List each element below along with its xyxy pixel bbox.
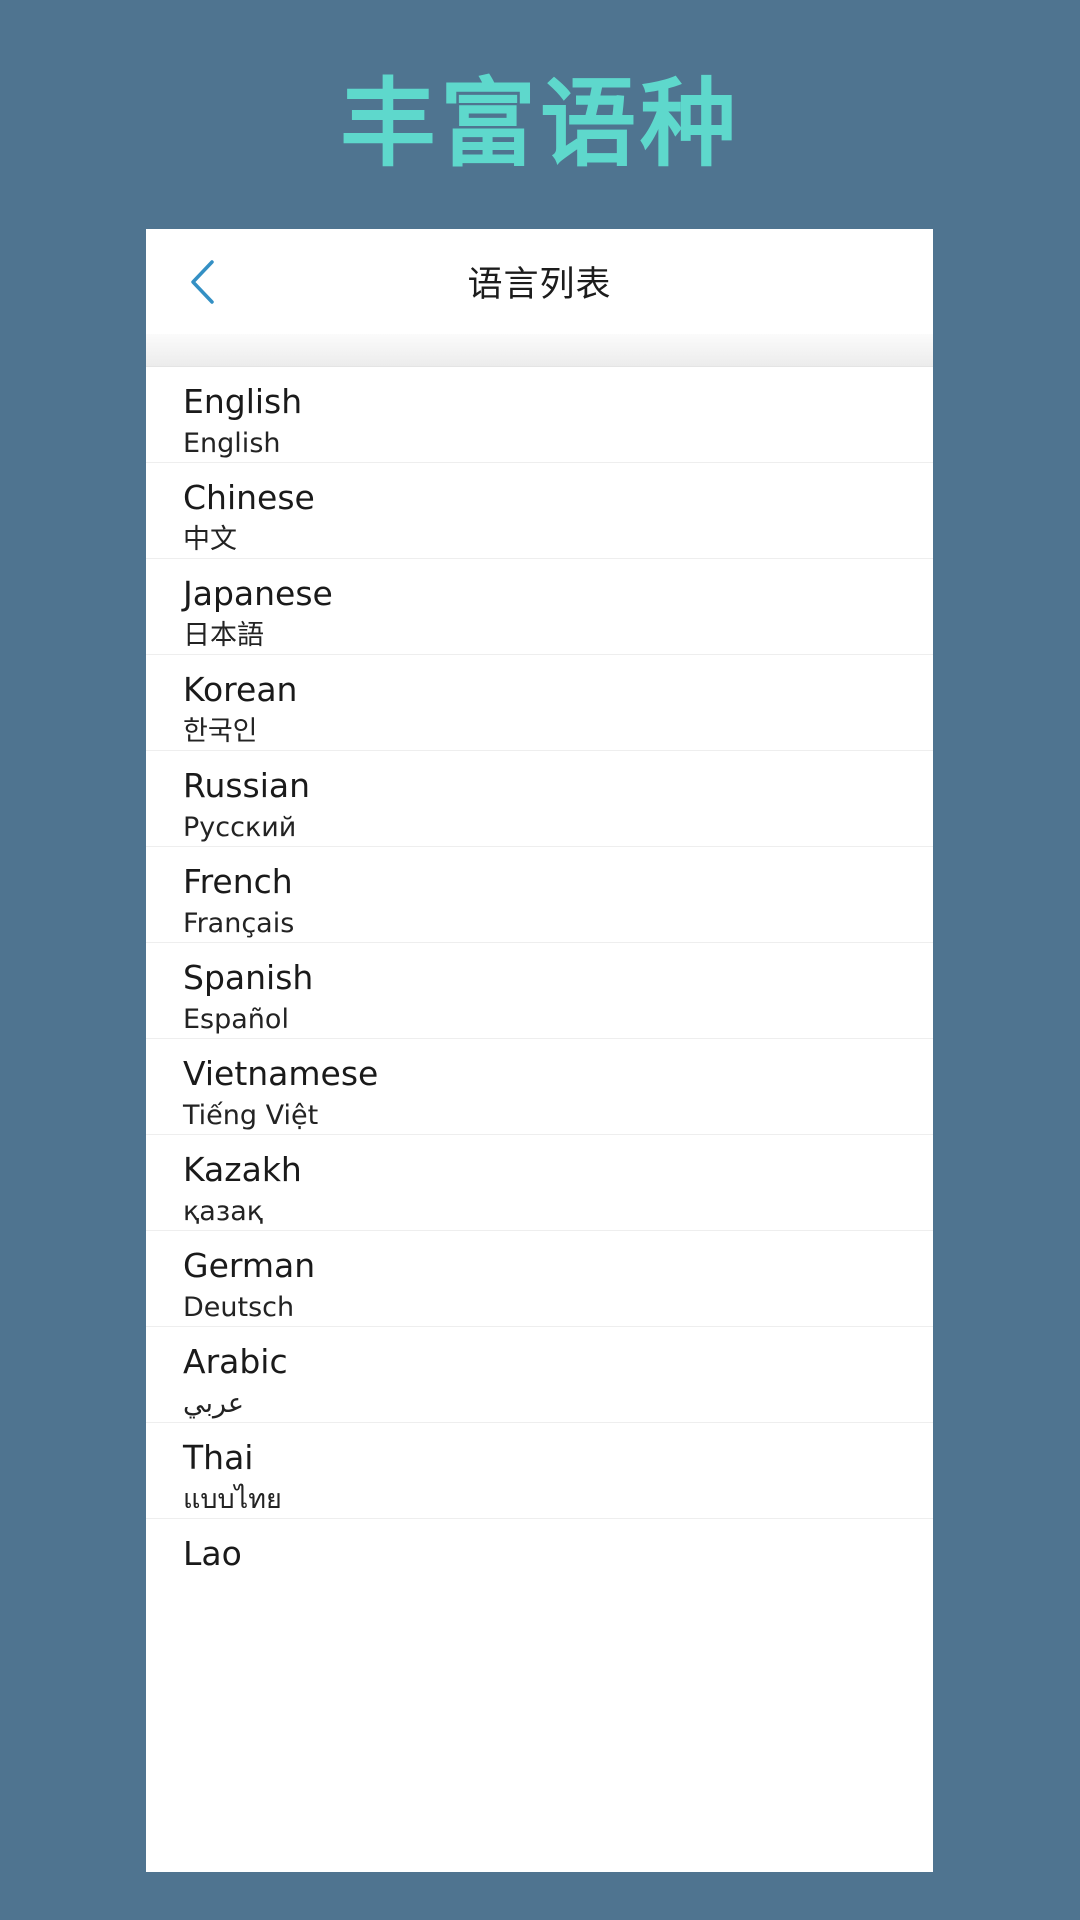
language-name: German (183, 1246, 316, 1285)
language-native-name: 中文 (183, 524, 237, 555)
language-list-item[interactable]: Arabic عربي (146, 1327, 933, 1423)
language-native-name: 日本語 (183, 620, 264, 651)
language-native-name: қазақ (183, 1196, 264, 1227)
language-list-item[interactable]: Japanese 日本語 (146, 559, 933, 655)
navbar-title: 语言列表 (467, 265, 612, 305)
language-list-item[interactable]: French Français (146, 847, 933, 943)
list-top-spacer (146, 334, 933, 367)
navigation-bar: 语言列表 (146, 229, 933, 334)
language-name: Vietnamese (183, 1054, 379, 1093)
language-native-name: Français (183, 908, 295, 939)
language-list-item[interactable]: Russian Русский (146, 751, 933, 847)
language-native-name: Deutsch (183, 1292, 295, 1323)
page-title: 丰富语种 (340, 68, 740, 180)
language-native-name: English (183, 428, 281, 459)
language-list: English English Chinese 中文 Japanese 日本語 Korean… (146, 367, 933, 1615)
language-list-item[interactable]: Chinese 中文 (146, 463, 933, 559)
language-name: Spanish (183, 958, 314, 997)
language-list-item[interactable]: Spanish Español (146, 943, 933, 1039)
language-list-item[interactable]: Korean 한국인 (146, 655, 933, 751)
language-native-name: عربي (183, 1388, 245, 1419)
language-name: Chinese (183, 478, 315, 517)
language-native-name: Tiếng Việt (183, 1100, 319, 1131)
language-name: French (183, 862, 293, 901)
language-list-item[interactable]: Thai แบบไทย (146, 1423, 933, 1519)
language-list-item[interactable]: Lao (146, 1519, 933, 1615)
screenshot-root: 丰富语种 语言列表 English English Chinese 中文 Japanes… (0, 0, 1080, 1920)
language-native-name: Español (183, 1004, 289, 1035)
language-name: Kazakh (183, 1150, 302, 1189)
language-name: Lao (183, 1534, 242, 1573)
language-name: Japanese (183, 574, 333, 613)
language-native-name: Русский (183, 812, 297, 843)
language-name: Russian (183, 766, 311, 805)
language-list-item[interactable]: German Deutsch (146, 1231, 933, 1327)
language-name: Korean (183, 670, 298, 709)
chevron-left-icon (188, 259, 216, 305)
language-name: Thai (183, 1438, 254, 1477)
language-native-name: 한국인 (183, 716, 258, 747)
language-name: English (183, 382, 303, 421)
language-list-item[interactable]: Kazakh қазақ (146, 1135, 933, 1231)
back-button[interactable] (154, 229, 250, 334)
phone-screen-card: 语言列表 English English Chinese 中文 Japanese 日本語 K… (146, 229, 933, 1872)
language-list-item[interactable]: English English (146, 367, 933, 463)
language-list-item[interactable]: Vietnamese Tiếng Việt (146, 1039, 933, 1135)
language-name: Arabic (183, 1342, 288, 1381)
language-native-name: แบบไทย (183, 1484, 282, 1515)
